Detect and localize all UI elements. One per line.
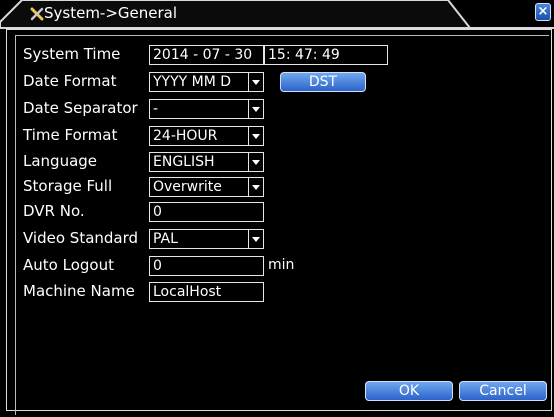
- auto-logout-unit: min: [268, 257, 295, 273]
- tools-icon: [30, 7, 44, 21]
- date-separator-label: Date Separator: [23, 99, 138, 117]
- video-standard-label: Video Standard: [23, 229, 139, 247]
- time-format-select[interactable]: 24-HOUR: [149, 126, 264, 146]
- chevron-down-icon[interactable]: [248, 178, 263, 196]
- time-format-label: Time Format: [23, 126, 118, 144]
- system-time-field[interactable]: 15: 47: 49: [264, 45, 388, 65]
- language-select[interactable]: ENGLISH: [149, 152, 264, 172]
- chevron-down-icon[interactable]: [248, 153, 263, 171]
- video-standard-value: PAL: [153, 231, 178, 247]
- auto-logout-field[interactable]: 0: [149, 256, 264, 276]
- settings-panel-inner: [15, 35, 549, 415]
- date-format-value: YYYY MM D: [153, 74, 232, 90]
- date-format-label: Date Format: [23, 72, 117, 90]
- storage-full-value: Overwrite: [153, 179, 222, 195]
- machine-name-label: Machine Name: [23, 282, 135, 300]
- dvr-no-label: DVR No.: [23, 202, 85, 220]
- window-title: System->General: [44, 4, 178, 22]
- auto-logout-label: Auto Logout: [23, 256, 114, 274]
- storage-full-label: Storage Full: [23, 177, 113, 195]
- system-time-label: System Time: [23, 45, 121, 63]
- machine-name-field[interactable]: LocalHost: [149, 282, 264, 302]
- chevron-down-icon[interactable]: [248, 100, 263, 118]
- date-separator-value: -: [153, 101, 159, 117]
- title-bar: System->General ×: [0, 0, 554, 29]
- language-label: Language: [23, 152, 98, 170]
- date-format-select[interactable]: YYYY MM D: [149, 72, 264, 92]
- system-general-dialog: System->General × System Time 2014 - 07 …: [0, 0, 554, 417]
- storage-full-select[interactable]: Overwrite: [149, 177, 264, 197]
- date-separator-select[interactable]: -: [149, 99, 264, 119]
- close-button[interactable]: ×: [535, 3, 551, 21]
- ok-button[interactable]: OK: [365, 381, 453, 401]
- chevron-down-icon[interactable]: [248, 230, 263, 248]
- language-value: ENGLISH: [153, 154, 215, 170]
- cancel-button[interactable]: Cancel: [459, 381, 547, 401]
- chevron-down-icon[interactable]: [248, 127, 263, 145]
- chevron-down-icon[interactable]: [248, 73, 263, 91]
- dst-button[interactable]: DST: [280, 72, 366, 92]
- system-date-field[interactable]: 2014 - 07 - 30: [149, 45, 264, 65]
- time-format-value: 24-HOUR: [153, 128, 218, 144]
- close-icon: ×: [537, 4, 549, 19]
- video-standard-select[interactable]: PAL: [149, 229, 264, 249]
- dvr-no-field[interactable]: 0: [149, 202, 264, 222]
